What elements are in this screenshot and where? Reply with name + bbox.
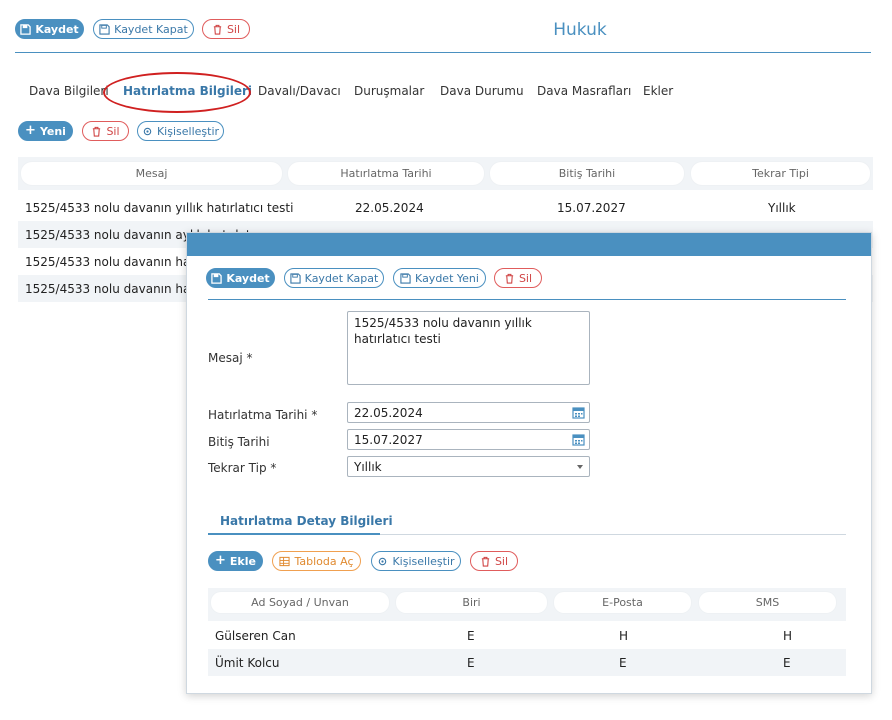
column-header-repeat-type[interactable]: Tekrar Tipi xyxy=(691,162,870,185)
calendar-icon[interactable] xyxy=(572,433,585,446)
table-row[interactable]: 1525/4533 nolu davanın yıllık hatırlatıc… xyxy=(18,194,873,221)
plus-icon: + xyxy=(215,553,226,568)
dialog-toolbar-divider xyxy=(208,299,846,300)
dialog-save-button[interactable]: Kaydet xyxy=(206,268,275,288)
dialog-delete-button[interactable]: Sil xyxy=(494,268,542,288)
trash-icon xyxy=(93,126,101,137)
end-date-input[interactable]: 15.07.2027 xyxy=(347,429,590,450)
chevron-down-icon xyxy=(577,465,583,469)
plus-icon: + xyxy=(25,123,36,138)
highlight-ellipse xyxy=(103,72,251,113)
table-icon xyxy=(279,556,291,566)
floppy-disk-icon xyxy=(400,272,411,284)
dialog-save-new-button[interactable]: Kaydet Yeni xyxy=(393,268,486,288)
floppy-disk-icon xyxy=(20,23,32,35)
table-row[interactable]: Gülseren Can E H H xyxy=(208,622,846,649)
trash-icon xyxy=(213,24,222,35)
save-close-button[interactable]: Kaydet Kapat xyxy=(93,19,194,39)
calendar-icon[interactable] xyxy=(572,406,585,419)
message-textarea[interactable]: 1525/4533 nolu davanın yıllık hatırlatıc… xyxy=(347,311,590,385)
tab-hearings[interactable]: Duruşmalar xyxy=(354,84,424,98)
tab-reminder-detail[interactable]: Hatırlatma Detay Bilgileri xyxy=(220,514,393,528)
new-button[interactable]: + Yeni xyxy=(18,121,73,141)
header-divider xyxy=(15,52,871,53)
customize-detail-button[interactable]: Kişiselleştir xyxy=(371,551,461,571)
page-title: Hukuk xyxy=(553,20,607,40)
dialog-save-close-button[interactable]: Kaydet Kapat xyxy=(284,268,384,288)
table-row[interactable]: Ümit Kolcu E E E xyxy=(208,649,846,676)
column-header-any[interactable]: Biri xyxy=(396,592,547,613)
subtab-active-indicator xyxy=(208,533,380,535)
message-label: Mesaj * xyxy=(208,351,253,365)
delete-list-button[interactable]: Sil xyxy=(82,121,129,141)
column-header-end-date[interactable]: Bitiş Tarihi xyxy=(490,162,684,185)
column-header-message[interactable]: Mesaj xyxy=(21,162,282,185)
repeat-type-select[interactable]: Yıllık xyxy=(347,456,590,477)
add-button[interactable]: + Ekle xyxy=(208,551,263,571)
column-header-reminder-date[interactable]: Hatırlatma Tarihi xyxy=(288,162,484,185)
end-date-label: Bitiş Tarihi xyxy=(208,435,270,449)
floppy-disk-icon xyxy=(211,272,223,284)
reminder-date-label: Hatırlatma Tarihi * xyxy=(208,408,318,422)
column-header-name[interactable]: Ad Soyad / Unvan xyxy=(211,592,389,613)
gear-icon xyxy=(143,127,152,135)
dialog-header[interactable] xyxy=(187,233,871,256)
floppy-disk-icon xyxy=(99,23,110,35)
column-header-sms[interactable]: SMS xyxy=(699,592,836,613)
tab-case-status[interactable]: Dava Durumu xyxy=(440,84,524,98)
customize-list-button[interactable]: Kişiselleştir xyxy=(137,121,224,141)
tab-case-info[interactable]: Dava Bilgileri xyxy=(29,84,109,98)
save-button[interactable]: Kaydet xyxy=(15,19,84,39)
reminder-edit-dialog: Kaydet Kaydet Kapat Kaydet Yeni Sil Mesa… xyxy=(186,232,872,694)
floppy-disk-icon xyxy=(290,272,301,284)
delete-button[interactable]: Sil xyxy=(202,19,250,39)
repeat-type-label: Tekrar Tip * xyxy=(208,461,277,475)
tab-attachments[interactable]: Ekler xyxy=(643,84,673,98)
delete-detail-button[interactable]: Sil xyxy=(470,551,518,571)
tab-case-expenses[interactable]: Dava Masrafları xyxy=(537,84,631,98)
trash-icon xyxy=(481,556,490,567)
trash-icon xyxy=(505,273,514,284)
tab-defendant-plaintiff[interactable]: Davalı/Davacı xyxy=(258,84,341,98)
reminder-date-input[interactable]: 22.05.2024 xyxy=(347,402,590,423)
column-header-email[interactable]: E-Posta xyxy=(554,592,691,613)
gear-icon xyxy=(379,557,387,565)
open-in-table-button[interactable]: Tabloda Aç xyxy=(272,551,361,571)
